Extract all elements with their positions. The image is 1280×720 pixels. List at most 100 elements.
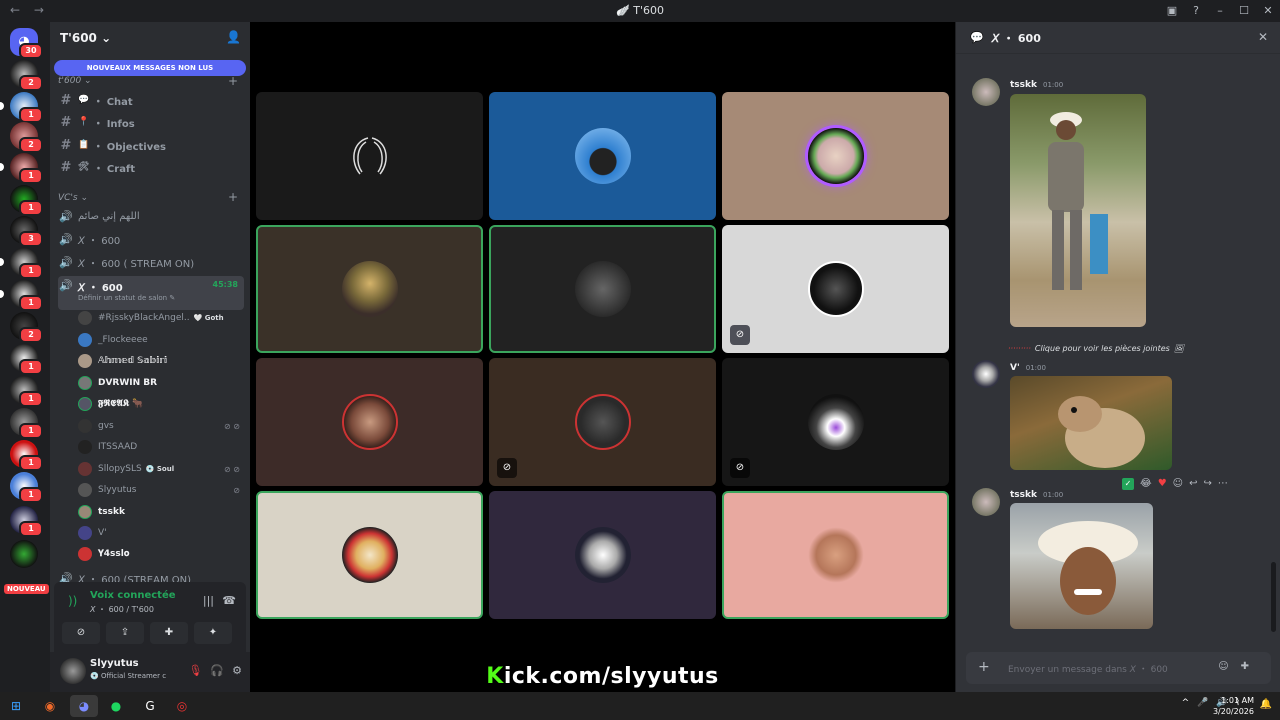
server-icon[interactable]: 1 (0, 153, 43, 184)
participant-tile[interactable] (256, 491, 483, 619)
participant-tile[interactable] (722, 92, 949, 220)
new-messages-banner[interactable]: NOUVEAUX MESSAGES NON LUS (54, 60, 246, 76)
participant-tile[interactable] (256, 225, 483, 353)
spotify-icon[interactable]: ● (102, 695, 130, 717)
chat-scrollbar[interactable] (1271, 562, 1276, 632)
participant-tile[interactable] (489, 92, 716, 220)
message-author[interactable]: V' 01:00 (1010, 363, 1046, 373)
clock[interactable]: 1:01 AM 3/20/2026 (1213, 695, 1254, 717)
add-attachment-icon[interactable]: + (978, 659, 990, 675)
mic-muted-icon[interactable]: 🎙 (188, 664, 202, 677)
microphone-icon[interactable]: 🎤 (1197, 698, 1208, 708)
server-icon[interactable]: 2 (10, 60, 43, 91)
participant-tile[interactable] (489, 225, 716, 353)
participant-tile[interactable] (489, 491, 716, 619)
set-channel-status[interactable]: Définir un statut de salon ✎ (78, 294, 175, 302)
voice-member[interactable]: Slyyutus ⊘ (78, 480, 246, 500)
gear-icon[interactable]: ⚙ (232, 664, 242, 677)
help-icon[interactable]: ? (1184, 0, 1208, 22)
close-icon[interactable]: ✕ (1258, 30, 1268, 44)
server-icon[interactable]: 1 (10, 376, 43, 407)
channel-infos[interactable]: # 📍 ・ Infos (58, 112, 244, 132)
voice-member[interactable]: gvs ⊘ ⊘ (78, 416, 246, 436)
minimize-button[interactable]: – (1208, 0, 1232, 22)
avatar[interactable] (972, 78, 1000, 106)
message-image[interactable] (1010, 94, 1146, 327)
laugh-reaction[interactable]: 😂 (1140, 478, 1152, 490)
headphones-icon[interactable]: 🎧 (210, 664, 224, 677)
server-icon[interactable]: 2 (10, 122, 43, 153)
voice-member[interactable]: DVRWIN BR (78, 373, 246, 393)
message-author[interactable]: tsskk 01:00 (1010, 80, 1063, 90)
avatar[interactable] (972, 488, 1000, 516)
voice-member[interactable]: 𝕱𝕽𝕰𝕬𝕶 🐂 (78, 394, 246, 414)
check-reaction[interactable]: ✓ (1122, 478, 1134, 490)
recorder-icon[interactable]: ◎ (168, 695, 196, 717)
home-button[interactable]: ◕ 30 (10, 28, 43, 59)
channel-objectives[interactable]: # 📋 ・ Objectives (58, 135, 244, 155)
inbox-icon[interactable]: ▣ (1160, 0, 1184, 22)
message-image[interactable] (1010, 503, 1153, 629)
server-icon[interactable]: 1 (10, 506, 43, 537)
active-voice-channel[interactable]: 🔊 𝘟 ・ 600 45:38 Définir un statut de sal… (58, 276, 244, 310)
server-icon[interactable]: 2 (10, 312, 43, 343)
server-icon[interactable]: 1 (0, 248, 43, 279)
voice-member[interactable]: #RjsskyBlackAngel.. 🤍 Goth (78, 308, 246, 328)
start-icon[interactable]: ⊞ (2, 695, 30, 717)
server-icon[interactable]: 1 (10, 408, 43, 439)
voice-member[interactable]: V' (78, 523, 246, 543)
add-channel-icon[interactable]: + (228, 190, 238, 204)
chevron-up-icon[interactable]: ^ (1182, 698, 1190, 708)
participant-tile[interactable]: ⊘ (722, 225, 949, 353)
forward-icon[interactable]: ↪ (1203, 478, 1211, 490)
app-icon[interactable]: G (136, 695, 164, 717)
voice-member[interactable]: tsskk (78, 502, 246, 522)
add-reaction-icon[interactable]: ☺ (1173, 478, 1183, 490)
server-icon[interactable] (10, 540, 38, 568)
voice-channel[interactable]: 🔊 𝘟 ・ 600 ( STREAM ON) (58, 252, 244, 272)
server-icon[interactable]: 3 (10, 216, 43, 247)
avatar[interactable] (60, 658, 86, 684)
guild-header[interactable]: T'600 ⌄ 👤 (50, 22, 250, 54)
maximize-button[interactable]: ☐ (1232, 0, 1256, 22)
user-name[interactable]: Slyyutus (90, 658, 139, 669)
avatar[interactable] (972, 360, 1000, 388)
server-icon[interactable]: 1 (10, 472, 43, 503)
server-icon[interactable]: 1 (10, 185, 43, 216)
screen-share-button[interactable]: ⇪ (106, 622, 144, 644)
voice-member[interactable]: 𝐘4ssl𝐨 (78, 544, 246, 564)
voice-member[interactable]: 𝔸𝕙𝕞𝕖𝕕 𝕊𝕒𝕓𝕚𝕣𝕚 (78, 351, 246, 371)
voice-connected-subtitle[interactable]: 𝘟 ・ 600 / T'600 (90, 604, 154, 615)
voice-member[interactable]: SllopySLS 💿 Soul ⊘ ⊘ (78, 459, 246, 479)
participant-tile[interactable] (256, 92, 483, 220)
server-icon[interactable]: 1 (0, 92, 43, 123)
participant-tile[interactable]: ⊘ (722, 358, 949, 486)
voice-channel[interactable]: 🔊 𝘟 ・ 600 (58, 229, 244, 249)
close-window-button[interactable]: ✕ (1256, 0, 1280, 22)
notification-bell-icon[interactable]: 🔔 (1260, 699, 1272, 710)
channel-chat[interactable]: # 💬 ・ Chat (58, 90, 244, 110)
message-composer[interactable]: + Envoyer un message dans 𝘟 ・ 600 ☺✚ (966, 652, 1271, 684)
camera-off-button[interactable]: ⊘ (62, 622, 100, 644)
activities-button[interactable]: ✚ (150, 622, 188, 644)
voice-channel[interactable]: 🔊 اللهم إني صائم (58, 206, 244, 226)
disconnect-icon[interactable]: ☎ (222, 594, 236, 607)
add-channel-icon[interactable]: + (228, 74, 238, 88)
voice-member[interactable]: _Flockeeee (78, 330, 246, 350)
noise-suppression-icon[interactable]: ||| (203, 594, 214, 607)
server-icon[interactable]: 1 (0, 280, 43, 311)
category-header[interactable]: VC's ⌄ (58, 193, 88, 203)
server-icon[interactable]: 1 (10, 344, 43, 375)
more-icon[interactable]: ⋯ (1218, 478, 1228, 490)
invite-icon[interactable]: 👤 (226, 30, 241, 44)
heart-reaction[interactable]: ♥ (1158, 478, 1167, 490)
participant-tile[interactable] (256, 358, 483, 486)
voice-connected-title[interactable]: Voix connectée (90, 590, 176, 601)
emoji-icon[interactable]: ☺✚ (1218, 661, 1261, 672)
composer-placeholder[interactable]: Envoyer un message dans 𝘟 ・ 600 (1008, 662, 1168, 675)
message-image[interactable] (1010, 376, 1172, 470)
server-icon[interactable]: 1 (10, 440, 43, 471)
voice-member[interactable]: ITSSAAD (78, 437, 246, 457)
browser-icon[interactable]: ◉ (36, 695, 64, 717)
reply-preview[interactable]: ········· Clique pour voir les pièces jo… (1008, 344, 1184, 353)
